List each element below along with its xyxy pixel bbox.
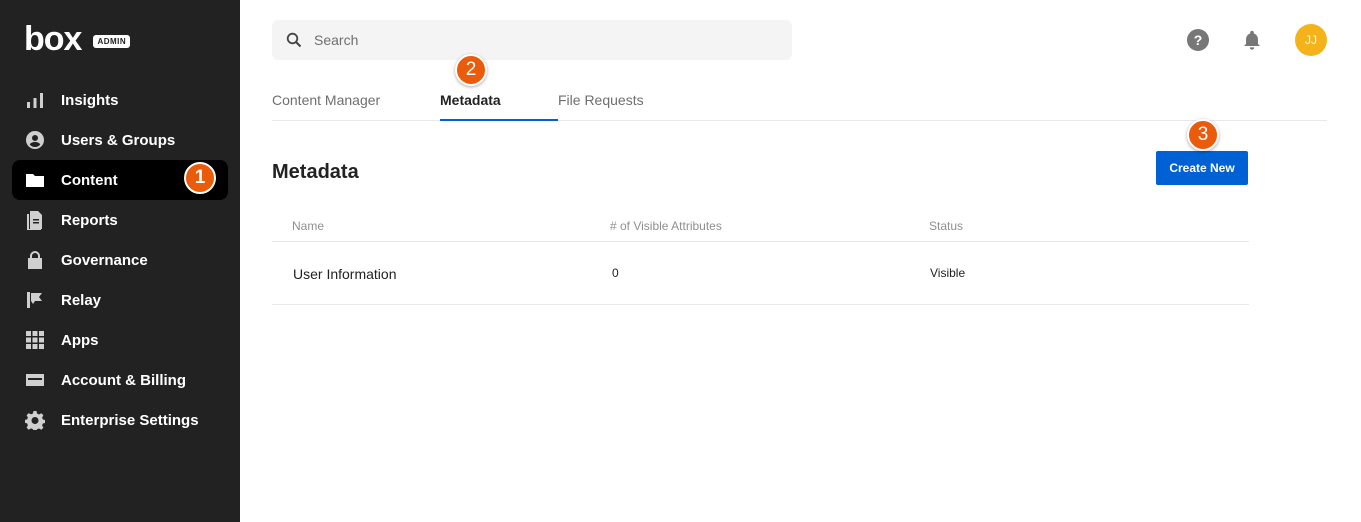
lock-icon: [25, 250, 45, 270]
credit-card-icon: [25, 370, 45, 390]
table-row[interactable]: User Information 0 Visible: [272, 242, 1249, 305]
sidebar-item-label: Insights: [61, 91, 119, 109]
folder-icon: [25, 170, 45, 190]
reports-icon: [25, 210, 45, 230]
bar-chart-icon: [25, 90, 45, 110]
grid-icon: [25, 330, 45, 350]
bell-icon[interactable]: [1240, 28, 1264, 52]
sidebar-item-reports[interactable]: Reports: [12, 200, 228, 240]
row-name[interactable]: User Information: [293, 266, 396, 282]
sidebar-item-account-billing[interactable]: Account & Billing: [12, 360, 228, 400]
sidebar-item-content[interactable]: Content 1: [12, 160, 228, 200]
row-attributes: 0: [612, 266, 619, 280]
user-circle-icon: [25, 130, 45, 150]
sidebar-item-label: Content: [61, 171, 118, 189]
app-root: box ADMIN Insights Users & Groups Conten…: [0, 0, 1361, 522]
sidebar-item-label: Relay: [61, 291, 102, 309]
column-header-status[interactable]: Status: [929, 219, 963, 233]
step-badge-2: 2: [455, 54, 487, 86]
sidebar-item-label: Apps: [61, 331, 99, 349]
sidebar-item-enterprise-settings[interactable]: Enterprise Settings: [12, 400, 228, 440]
metadata-table: Name # of Visible Attributes Status User…: [272, 210, 1249, 305]
create-new-button[interactable]: Create New: [1156, 151, 1248, 185]
tab-metadata[interactable]: Metadata: [440, 92, 501, 108]
sidebar-item-label: Enterprise Settings: [61, 411, 199, 429]
step-badge-3: 3: [1187, 119, 1219, 151]
column-header-name[interactable]: Name: [292, 219, 324, 233]
search-bar[interactable]: [272, 20, 792, 60]
sidebar-item-governance[interactable]: Governance: [12, 240, 228, 280]
sidebar-item-label: Users & Groups: [61, 131, 176, 149]
sidebar-nav: Insights Users & Groups Content 1 Report…: [12, 80, 228, 440]
gear-icon: [25, 410, 45, 430]
tab-bar: Content Manager Metadata File Requests: [272, 80, 1327, 121]
sidebar-item-label: Governance: [61, 251, 148, 269]
svg-text:?: ?: [1194, 32, 1203, 48]
sidebar-item-relay[interactable]: Relay: [12, 280, 228, 320]
sidebar-item-users-groups[interactable]: Users & Groups: [12, 120, 228, 160]
sidebar-item-label: Account & Billing: [61, 371, 186, 389]
box-logo[interactable]: box ADMIN: [24, 20, 131, 58]
table-header: Name # of Visible Attributes Status: [272, 210, 1249, 242]
help-icon[interactable]: ?: [1186, 28, 1210, 52]
tab-content-manager[interactable]: Content Manager: [272, 92, 380, 108]
search-input[interactable]: [314, 32, 754, 48]
avatar[interactable]: JJ: [1295, 24, 1327, 56]
admin-badge: ADMIN: [93, 34, 131, 48]
relay-icon: [25, 290, 45, 310]
page-title: Metadata: [272, 161, 359, 183]
tab-file-requests[interactable]: File Requests: [558, 92, 644, 108]
sidebar-item-label: Reports: [61, 211, 118, 229]
sidebar: box ADMIN Insights Users & Groups Conten…: [0, 0, 240, 522]
active-tab-indicator: [440, 119, 558, 121]
logo-text: box: [24, 20, 82, 58]
sidebar-item-apps[interactable]: Apps: [12, 320, 228, 360]
column-header-attributes[interactable]: # of Visible Attributes: [610, 219, 722, 233]
search-icon: [286, 32, 302, 48]
step-badge-1: 1: [184, 162, 216, 194]
sidebar-item-insights[interactable]: Insights: [12, 80, 228, 120]
row-status: Visible: [930, 266, 966, 280]
